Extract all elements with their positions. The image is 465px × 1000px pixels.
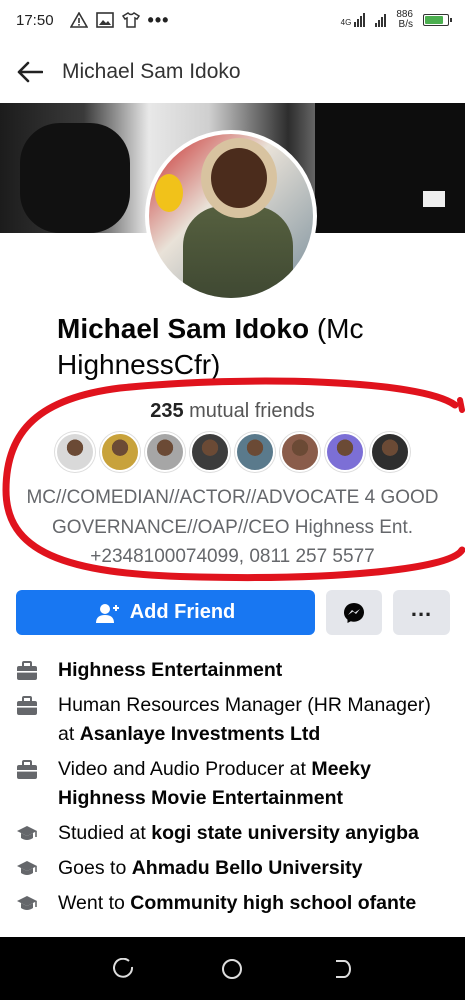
back-arrow-icon	[17, 61, 43, 83]
info-entity[interactable]: Asanlaye Investments Ltd	[80, 723, 321, 745]
avatar	[149, 134, 313, 298]
mutual-friend-avatar[interactable]	[370, 432, 410, 472]
info-text: Video and Audio Producer at Meeky Highne…	[58, 755, 448, 813]
status-bar: 17:50 ••• 4G 886 B/s	[0, 0, 465, 40]
mutual-friend-avatar[interactable]	[100, 432, 140, 472]
profile-actions: Add Friend ...	[16, 590, 450, 635]
system-back-icon	[335, 959, 351, 978]
profile-bio: MC//COMEDIAN//ACTOR//ADVOCATE 4 GOOD GOV…	[26, 487, 439, 567]
battery-icon	[423, 14, 452, 26]
page-title: Michael Sam Idoko	[62, 60, 241, 83]
add-friend-label: Add Friend	[129, 601, 236, 623]
mutual-friend-avatar[interactable]	[280, 432, 320, 472]
graduation-cap-icon	[16, 893, 38, 915]
info-row[interactable]: Human Resources Manager (HR Manager) at …	[0, 691, 465, 749]
info-entity[interactable]: Highness Entertainment	[58, 659, 282, 681]
info-prefix: Goes to	[58, 857, 132, 879]
info-row[interactable]: Goes to Ahmadu Bello University	[0, 854, 465, 883]
graduation-cap-icon	[16, 823, 38, 845]
info-text: Studied at kogi state university anyigba	[58, 819, 448, 848]
net-speed: 886 B/s	[396, 10, 413, 30]
profile-name: Michael Sam Idoko (Mc HighnessCfr)	[57, 311, 437, 383]
info-entity[interactable]: kogi state university anyigba	[151, 822, 419, 844]
info-text: Highness Entertainment	[58, 656, 448, 685]
more-notifications-icon: •••	[147, 9, 170, 30]
mutual-friend-avatar[interactable]	[325, 432, 365, 472]
briefcase-icon	[16, 695, 38, 717]
mutual-count: 235	[150, 400, 184, 422]
mutual-friends-text[interactable]: 235 mutual friends	[0, 400, 465, 423]
info-row[interactable]: Studied at kogi state university anyigba	[0, 819, 465, 848]
system-nav-bar	[0, 937, 465, 1000]
info-entity[interactable]: Community high school ofante	[130, 892, 416, 914]
app-header: Michael Sam Idoko	[0, 40, 465, 104]
back-button[interactable]	[0, 40, 60, 104]
info-text: Went to Community high school ofante	[58, 889, 448, 918]
mutual-friend-avatar[interactable]	[145, 432, 185, 472]
mutual-friends-avatars[interactable]	[0, 432, 465, 472]
home-button[interactable]	[214, 951, 250, 987]
info-prefix: Studied at	[58, 822, 152, 844]
recent-apps-icon	[113, 957, 134, 978]
info-text: Goes to Ahmadu Bello University	[58, 854, 448, 883]
recent-apps-button[interactable]	[106, 951, 142, 987]
net-speed-unit: B/s	[398, 19, 413, 30]
profile-details: Highness Entertainment Human Resources Ma…	[0, 656, 465, 924]
message-button[interactable]	[326, 590, 382, 635]
mutual-friend-avatar[interactable]	[55, 432, 95, 472]
graduation-cap-icon	[16, 858, 38, 880]
info-prefix: Went to	[58, 892, 131, 914]
signal-icon-2	[375, 13, 387, 27]
mutual-label: mutual friends	[183, 400, 315, 422]
status-right: 4G 886 B/s	[341, 10, 452, 30]
info-row[interactable]: Went to Community high school ofante	[0, 889, 465, 918]
info-prefix: Video and Audio Producer at	[58, 758, 312, 780]
status-time: 17:50	[16, 11, 54, 29]
image-icon	[95, 12, 114, 28]
mutual-friend-avatar[interactable]	[190, 432, 230, 472]
info-entity[interactable]: Ahmadu Bello University	[132, 857, 363, 879]
info-row[interactable]: Highness Entertainment	[0, 656, 465, 685]
home-icon	[222, 958, 243, 979]
more-icon: ...	[410, 595, 433, 621]
briefcase-icon	[16, 759, 38, 781]
more-options-button[interactable]: ...	[393, 590, 450, 635]
briefcase-icon	[16, 660, 38, 682]
signal-icon: 4G	[341, 13, 366, 27]
info-text: Human Resources Manager (HR Manager) at …	[58, 691, 448, 749]
mutual-friend-avatar[interactable]	[235, 432, 275, 472]
system-back-button[interactable]	[323, 951, 359, 987]
shirt-icon	[121, 12, 140, 28]
profile-name-main: Michael Sam Idoko	[57, 313, 310, 344]
add-person-icon	[95, 603, 119, 623]
network-type: 4G	[340, 18, 352, 27]
info-row[interactable]: Video and Audio Producer at Meeky Highne…	[0, 755, 465, 813]
add-friend-button[interactable]: Add Friend	[16, 590, 315, 635]
profile-picture[interactable]	[145, 130, 317, 302]
messenger-icon	[344, 602, 364, 623]
warning-icon	[69, 12, 88, 28]
notification-icons: •••	[69, 9, 170, 31]
